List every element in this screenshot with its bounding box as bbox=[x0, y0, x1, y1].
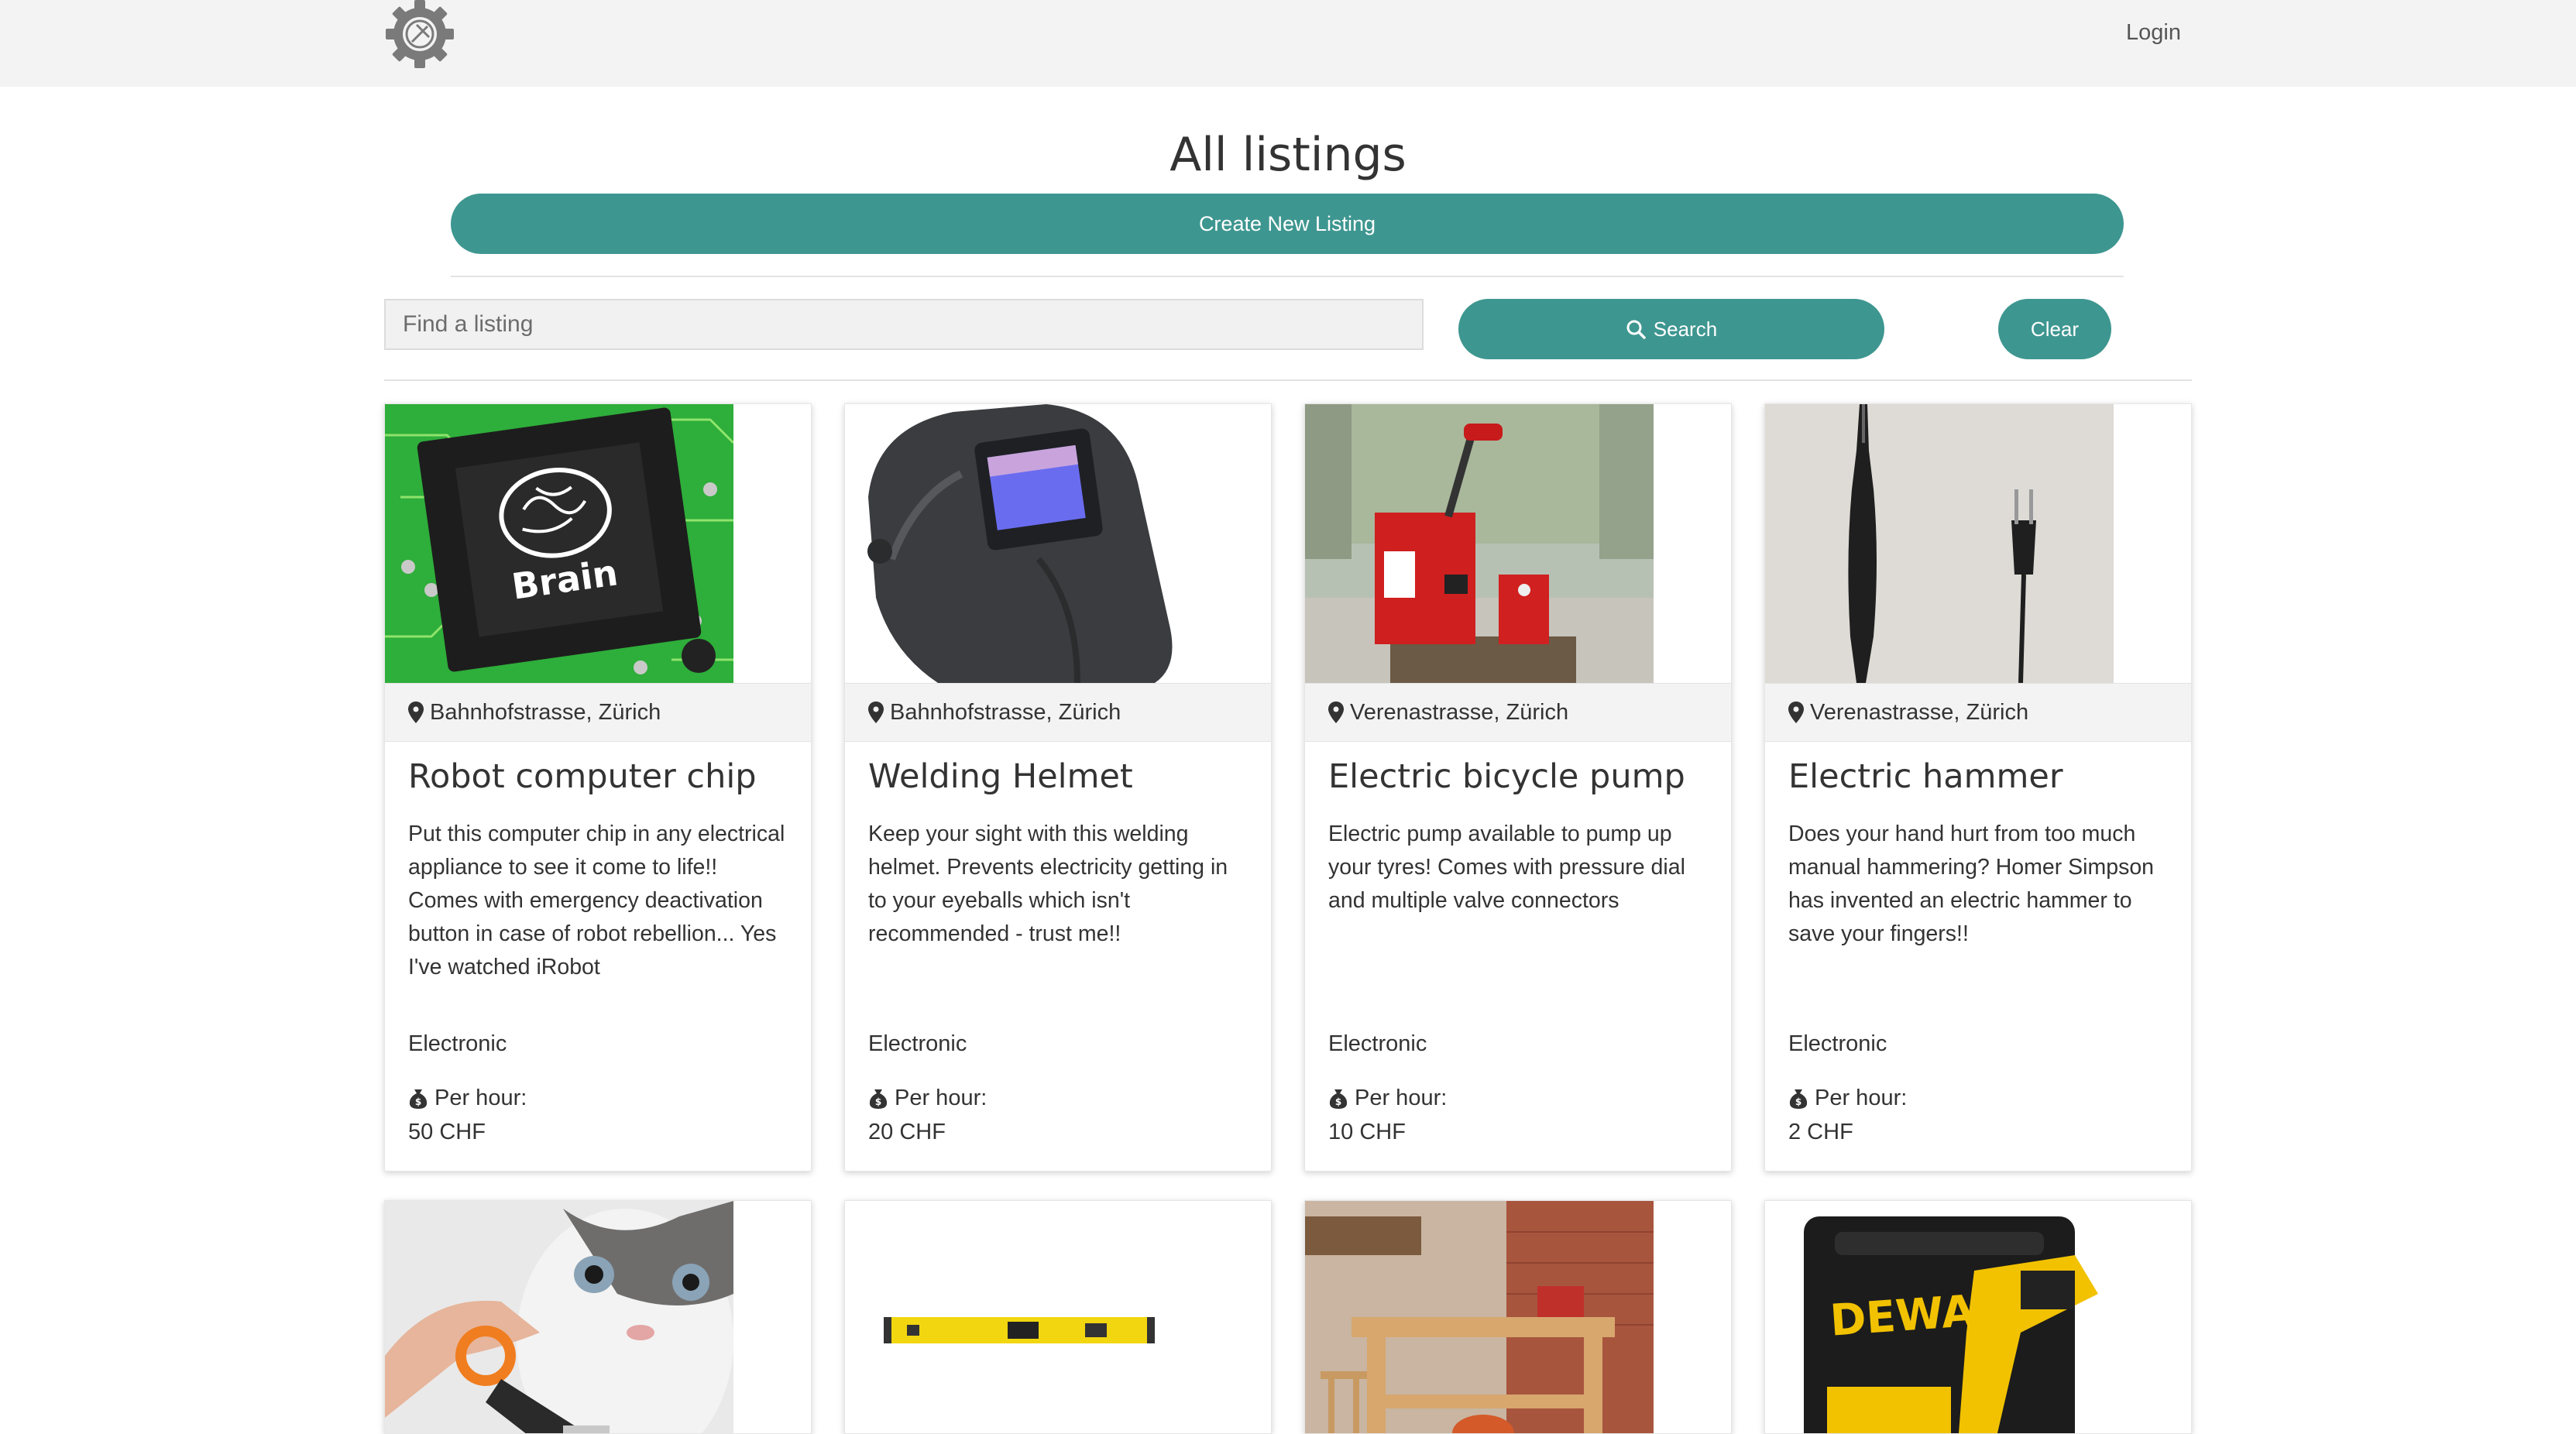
listing-rate: $ Per hour: bbox=[408, 1086, 527, 1111]
rate-label: Per hour: bbox=[1815, 1086, 1908, 1110]
map-pin-icon bbox=[1788, 702, 1804, 723]
money-bag-icon: $ bbox=[1329, 1089, 1348, 1109]
rate-label: Per hour: bbox=[1355, 1086, 1448, 1110]
divider bbox=[451, 276, 2124, 277]
listing-category: Electronic bbox=[1788, 1031, 1887, 1056]
location-text: Verenastrasse, Zürich bbox=[1350, 699, 1569, 725]
listing-card[interactable]: Brain Bahnhofstrasse, Zürich Robot compu… bbox=[384, 403, 812, 1172]
listing-location: Bahnhofstrasse, Zürich bbox=[845, 683, 1271, 742]
page-title: All listings bbox=[1170, 128, 1406, 182]
map-pin-icon bbox=[868, 702, 884, 723]
clear-button[interactable]: Clear bbox=[1998, 299, 2111, 359]
listing-title[interactable]: Welding Helmet bbox=[868, 757, 1133, 796]
listing-image-cat-clippers bbox=[385, 1201, 733, 1433]
search-icon bbox=[1626, 320, 1646, 339]
login-link[interactable]: Login bbox=[2126, 20, 2181, 46]
location-text: Bahnhofstrasse, Zürich bbox=[890, 699, 1121, 725]
money-bag-icon: $ bbox=[869, 1089, 888, 1109]
listing-card[interactable]: Bahnhofstrasse, Zürich Welding Helmet Ke… bbox=[844, 403, 1272, 1172]
listing-card[interactable]: Verenastrasse, Zürich Electric bicycle p… bbox=[1304, 403, 1732, 1172]
money-bag-icon: $ bbox=[1789, 1089, 1808, 1109]
listing-description: Electric pump available to pump up your … bbox=[1328, 822, 1685, 913]
create-listing-button[interactable]: Create New Listing bbox=[451, 194, 2124, 254]
listing-image-pump bbox=[1305, 404, 1654, 683]
listing-price: 10 CHF bbox=[1328, 1120, 1406, 1144]
listing-card[interactable] bbox=[844, 1200, 1272, 1434]
svg-text:$: $ bbox=[875, 1096, 881, 1107]
listing-location: Verenastrasse, Zürich bbox=[1765, 683, 2191, 742]
search-button[interactable]: Search bbox=[1458, 299, 1884, 359]
listing-category: Electronic bbox=[408, 1031, 507, 1056]
listing-title[interactable]: Robot computer chip bbox=[408, 757, 757, 796]
listing-rate: $ Per hour: bbox=[1788, 1086, 1907, 1111]
logo-gear-icon[interactable] bbox=[384, 0, 455, 71]
listing-image-chip: Brain bbox=[385, 404, 733, 683]
search-input[interactable]: Find a listing bbox=[384, 299, 1424, 350]
svg-text:$: $ bbox=[1335, 1096, 1341, 1107]
money-bag-icon: $ bbox=[409, 1089, 428, 1109]
listing-image-hammer bbox=[1765, 404, 2114, 683]
location-text: Bahnhofstrasse, Zürich bbox=[430, 699, 661, 725]
svg-text:$: $ bbox=[1795, 1096, 1801, 1107]
listing-description: Does your hand hurt from too much manual… bbox=[1788, 822, 2155, 946]
listing-card[interactable] bbox=[384, 1200, 812, 1434]
listing-description: Put this computer chip in any electrical… bbox=[408, 822, 785, 979]
listing-rate: $ Per hour: bbox=[868, 1086, 987, 1111]
listing-description: Keep your sight with this welding helmet… bbox=[868, 822, 1228, 946]
map-pin-icon bbox=[408, 702, 424, 723]
listing-card[interactable]: Verenastrasse, Zürich Electric hammer Do… bbox=[1764, 403, 2192, 1172]
listing-image-dewalt-drill: DEWALT bbox=[1765, 1201, 2114, 1433]
svg-text:$: $ bbox=[415, 1096, 421, 1107]
location-text: Verenastrasse, Zürich bbox=[1810, 699, 2029, 725]
navbar: Login bbox=[0, 0, 2576, 87]
search-button-label: Search bbox=[1653, 317, 1718, 341]
listing-category: Electronic bbox=[1328, 1031, 1427, 1056]
listing-image-workbench bbox=[1305, 1201, 1654, 1433]
listing-price: 50 CHF bbox=[408, 1120, 486, 1144]
listing-card[interactable] bbox=[1304, 1200, 1732, 1434]
listing-price: 2 CHF bbox=[1788, 1120, 1853, 1144]
listing-image-helmet bbox=[845, 404, 1194, 683]
search-placeholder: Find a listing bbox=[403, 311, 534, 337]
listing-category: Electronic bbox=[868, 1031, 967, 1056]
listing-title[interactable]: Electric hammer bbox=[1788, 757, 2063, 796]
divider bbox=[384, 379, 2192, 381]
listing-card[interactable]: DEWALT bbox=[1764, 1200, 2192, 1434]
listing-location: Verenastrasse, Zürich bbox=[1305, 683, 1731, 742]
listing-price: 20 CHF bbox=[868, 1120, 946, 1144]
listing-rate: $ Per hour: bbox=[1328, 1086, 1447, 1111]
map-pin-icon bbox=[1328, 702, 1344, 723]
listing-image-spirit-level bbox=[845, 1201, 1194, 1433]
listing-title[interactable]: Electric bicycle pump bbox=[1328, 757, 1685, 796]
listing-location: Bahnhofstrasse, Zürich bbox=[385, 683, 811, 742]
rate-label: Per hour: bbox=[434, 1086, 527, 1110]
rate-label: Per hour: bbox=[895, 1086, 987, 1110]
